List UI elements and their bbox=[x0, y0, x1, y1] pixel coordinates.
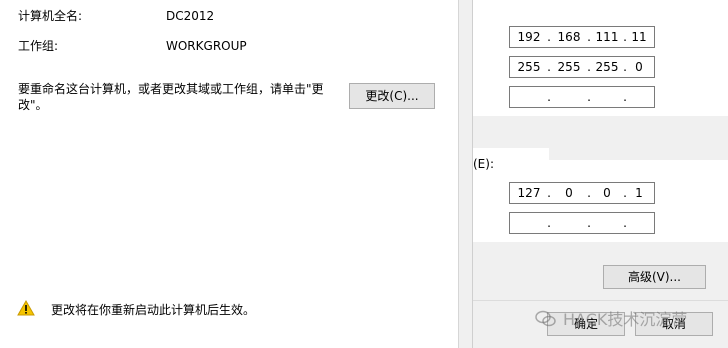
ip-address-field[interactable]: 192 . 168 . 111 . 11 bbox=[509, 26, 655, 48]
default-gateway-field[interactable]: . . . bbox=[509, 86, 655, 108]
workgroup-label: 工作组: bbox=[18, 39, 59, 53]
subnet-mask-field[interactable]: 255 . 255 . 255 . 0 bbox=[509, 56, 655, 78]
restart-warning-text: 更改将在你重新启动此计算机后生效。 bbox=[51, 303, 256, 317]
full-name-label: 计算机全名: bbox=[18, 9, 83, 23]
wechat-icon bbox=[535, 310, 557, 332]
full-name-value: DC2012 bbox=[166, 9, 215, 23]
workgroup-value: WORKGROUP bbox=[166, 39, 247, 53]
advanced-button[interactable]: 高级(V)... bbox=[603, 265, 706, 289]
change-button[interactable]: 更改(C)... bbox=[349, 83, 435, 109]
tcpip-properties-pane: 192 . 168 . 111 . 11 255 . 255 . 255 . 0… bbox=[473, 0, 728, 348]
window-gap bbox=[459, 0, 472, 348]
watermark-text: HACK技术沉淀营 bbox=[563, 310, 688, 329]
system-properties-pane: 计算机全名: DC2012 工作组: WORKGROUP 要重命名这台计算机，或… bbox=[0, 0, 458, 348]
dns-label-fragment: (E): bbox=[473, 157, 494, 171]
rename-description-line1: 要重命名这台计算机，或者更改其域或工作组，请单击"更 bbox=[18, 82, 324, 96]
watermark: HACK技术沉淀营 bbox=[535, 306, 687, 332]
preferred-dns-field[interactable]: 127 . 0 . 0 . 1 bbox=[509, 182, 655, 204]
warning-icon bbox=[17, 299, 35, 316]
footer-divider bbox=[473, 300, 728, 301]
rename-description-line2: 改"。 bbox=[18, 98, 48, 112]
alternate-dns-field[interactable]: . . . bbox=[509, 212, 655, 234]
